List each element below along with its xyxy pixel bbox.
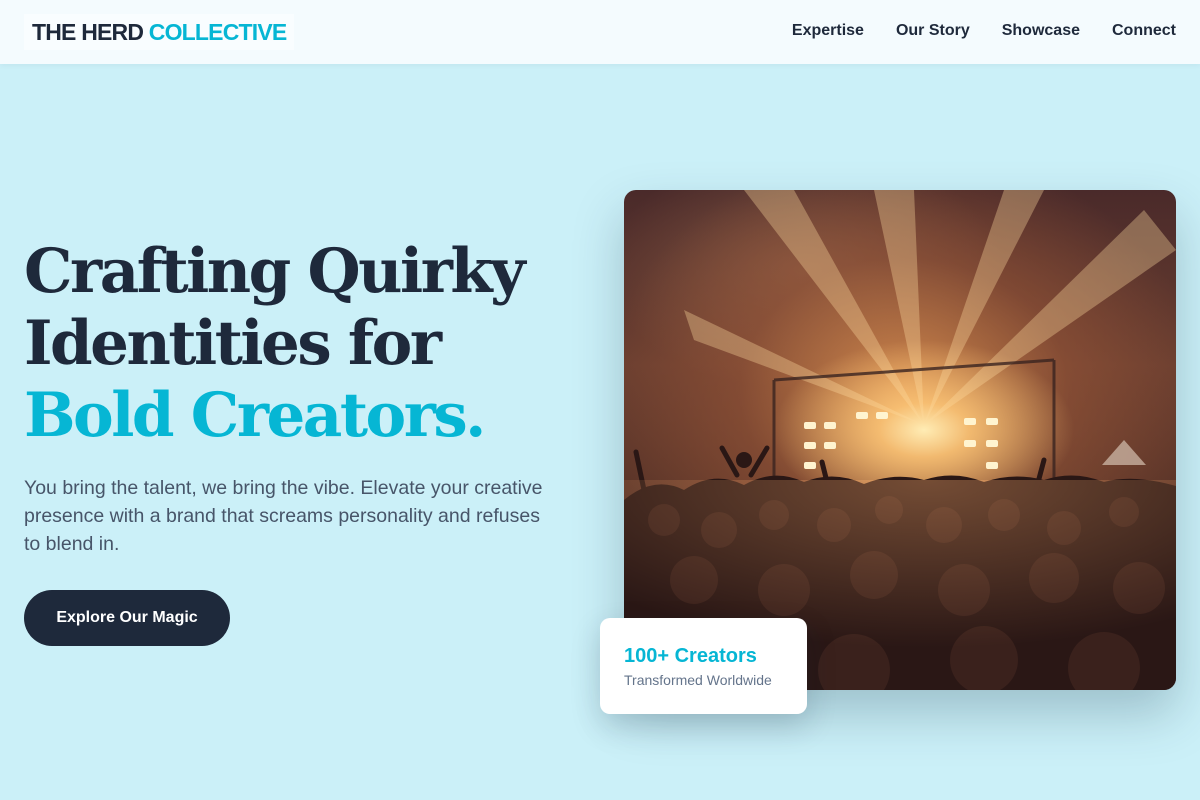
stat-card: 100+ Creators Transformed Worldwide	[600, 618, 807, 714]
hero-title-accent: Bold Creators.	[24, 380, 486, 451]
hero-title-line-1: Crafting Quirky	[24, 236, 526, 307]
stat-label: Transformed Worldwide	[624, 672, 772, 688]
concert-crowd-illustration	[624, 190, 1176, 690]
hero-subtitle: You bring the talent, we bring the vibe.…	[24, 477, 543, 555]
hero-title-line-2: Identities for	[24, 308, 442, 379]
concert-photo	[624, 190, 1176, 690]
explore-button[interactable]: Explore Our Magic	[24, 590, 230, 646]
nav-link-showcase[interactable]: Showcase	[1002, 20, 1080, 42]
logo[interactable]: THE HERD COLLECTIVE	[24, 14, 295, 50]
logo-text-accent: COLLECTIVE	[148, 19, 287, 45]
nav-link-our-story[interactable]: Our Story	[896, 20, 970, 42]
nav-link-connect[interactable]: Connect	[1112, 20, 1176, 42]
nav-link-expertise[interactable]: Expertise	[792, 20, 864, 42]
hero-title: Crafting Quirky Identities for Bold Crea…	[24, 236, 604, 452]
site-header: THE HERD COLLECTIVE Expertise Our Story …	[0, 0, 1200, 64]
logo-text-primary: THE HERD	[32, 19, 144, 45]
main-nav: Expertise Our Story Showcase Connect	[792, 20, 1176, 42]
stat-value: 100+ Creators	[624, 645, 757, 667]
